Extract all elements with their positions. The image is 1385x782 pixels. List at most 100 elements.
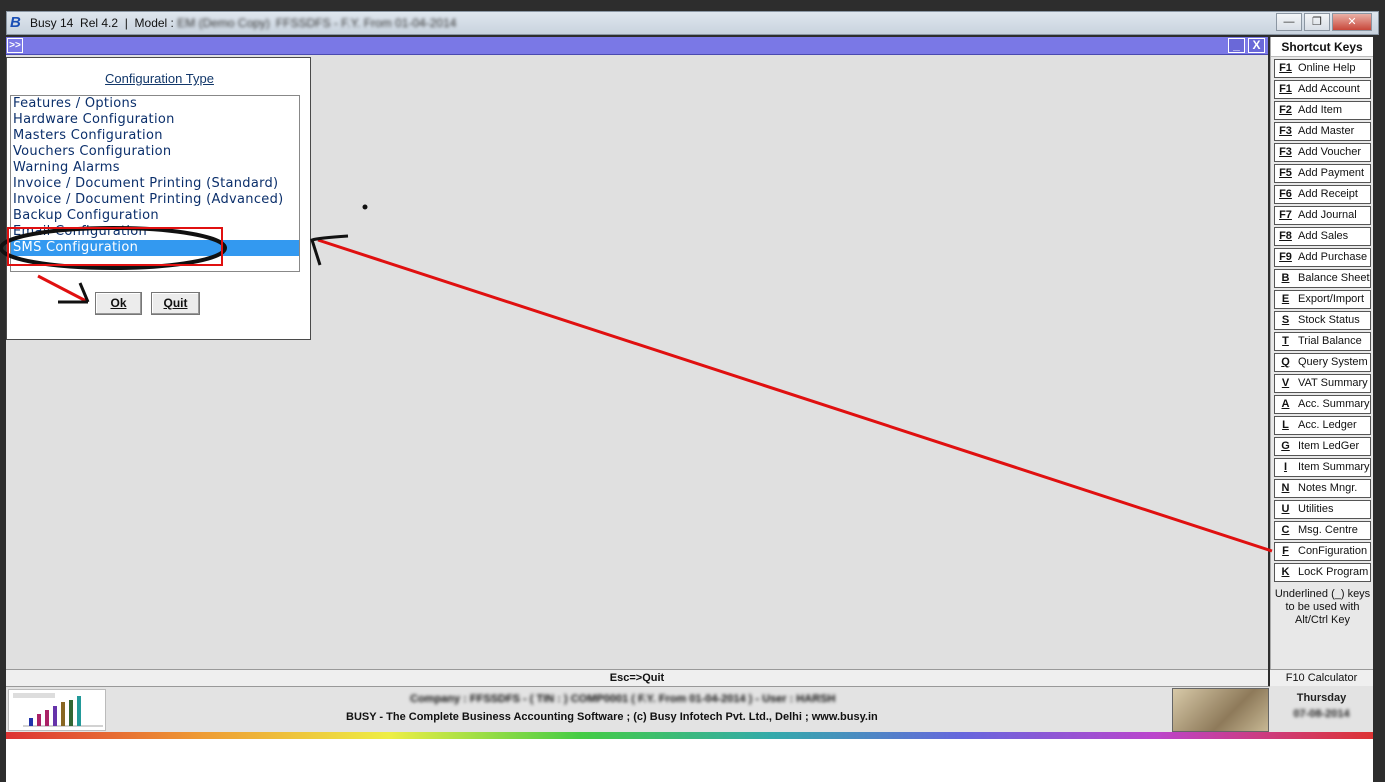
shortcut-msg-centre[interactable]: C Msg. Centre (1274, 521, 1371, 540)
shortcut-label: Acc. Summary (1298, 398, 1370, 410)
shortcut-panel-title: Shortcut Keys (1271, 37, 1373, 57)
date-block: Thursday 07-08-2014 (1270, 686, 1373, 732)
shortcut-add-sales[interactable]: F8 Add Sales (1274, 227, 1371, 246)
company-info: Company : FFSSDFS - ( TIN : ) COMP0001 (… (410, 693, 836, 705)
shortcut-label: LocK Program (1298, 566, 1369, 578)
shortcut-item-ledger[interactable]: G Item LedGer (1274, 437, 1371, 456)
shortcut-add-payment[interactable]: F5 Add Payment (1274, 164, 1371, 183)
list-item[interactable]: Invoice / Document Printing (Standard) (11, 176, 299, 192)
expand-button[interactable]: >> (7, 38, 23, 53)
shortcut-acc-summary[interactable]: A Acc. Summary (1274, 395, 1371, 414)
list-item[interactable]: Features / Options (11, 96, 299, 112)
minimize-icon[interactable]: — (1276, 13, 1302, 31)
inner-close-button[interactable]: X (1248, 38, 1265, 53)
shortcut-key: K (1281, 566, 1290, 578)
dialog-title: Configuration Type (105, 71, 214, 86)
shortcut-key: F9 (1279, 251, 1292, 263)
shortcut-label: Add Journal (1298, 209, 1357, 221)
shortcut-item-summary[interactable]: I Item Summary (1274, 458, 1371, 477)
shortcut-key: B (1281, 272, 1290, 284)
shortcut-label: Trial Balance (1298, 335, 1362, 347)
shortcut-add-purchase[interactable]: F9 Add Purchase (1274, 248, 1371, 267)
shortcut-key: F3 (1279, 125, 1292, 137)
shortcut-vat-summary[interactable]: V VAT Summary (1274, 374, 1371, 393)
shortcut-label: Utilities (1298, 503, 1334, 515)
shortcut-key: L (1282, 419, 1289, 431)
model-value: EM (Demo Copy) (177, 16, 270, 30)
list-item[interactable]: Warning Alarms (11, 160, 299, 176)
shortcut-query-system[interactable]: Q Query System (1274, 353, 1371, 372)
shortcut-key: F1 (1279, 83, 1292, 95)
shortcut-key: F6 (1279, 188, 1292, 200)
shortcut-key: F1 (1279, 62, 1292, 74)
configuration-dialog: Configuration Type Features / Options Ha… (6, 57, 311, 340)
shortcut-label: Add Receipt (1298, 188, 1358, 200)
shortcut-export-import[interactable]: E Export/Import (1274, 290, 1371, 309)
list-item[interactable]: Masters Configuration (11, 128, 299, 144)
shortcut-label: Stock Status (1298, 314, 1360, 326)
shortcut-label: Item LedGer (1298, 440, 1360, 452)
shortcut-key: G (1281, 440, 1290, 452)
shortcut-add-account[interactable]: F1 Add Account (1274, 80, 1371, 99)
inner-minimize-button[interactable]: _ (1228, 38, 1245, 53)
shortcut-configuration[interactable]: F ConFiguration (1274, 542, 1371, 561)
shortcut-label: VAT Summary (1298, 377, 1368, 389)
shortcut-add-receipt[interactable]: F6 Add Receipt (1274, 185, 1371, 204)
shortcut-panel: Shortcut Keys F1 Online Help F1 Add Account… (1270, 37, 1373, 669)
list-item[interactable]: Invoice / Document Printing (Advanced) (11, 192, 299, 208)
rainbow-strip (6, 732, 1373, 739)
shortcut-trial-balance[interactable]: T Trial Balance (1274, 332, 1371, 351)
quit-button[interactable]: Quit (151, 292, 200, 315)
shortcut-label: Add Sales (1298, 230, 1349, 242)
shortcut-key: E (1281, 293, 1290, 305)
shortcut-key: C (1281, 524, 1290, 536)
date-label: 07-08-2014 (1293, 708, 1350, 720)
shortcut-add-master[interactable]: F3 Add Master (1274, 122, 1371, 141)
app-name: Busy 14 (30, 16, 74, 30)
shortcut-online-help[interactable]: F1 Online Help (1274, 59, 1371, 78)
inner-window-bar: >> _ X (6, 37, 1268, 55)
shortcut-add-voucher[interactable]: F3 Add Voucher (1274, 143, 1371, 162)
busy-logo-icon: B (10, 14, 21, 31)
shortcut-label: Acc. Ledger (1298, 419, 1357, 431)
list-item-selected[interactable]: SMS Configuration (11, 240, 299, 256)
shortcut-label: Add Item (1298, 104, 1343, 116)
shortcut-label: Export/Import (1298, 293, 1365, 305)
shortcut-key: F3 (1279, 146, 1292, 158)
shortcut-key: F2 (1279, 104, 1292, 116)
shortcut-label: Item Summary (1298, 461, 1370, 473)
shortcut-label: Msg. Centre (1298, 524, 1358, 536)
company-fy: FFSSDFS - F.Y. From 01-04-2014 (275, 16, 457, 30)
list-item[interactable]: Vouchers Configuration (11, 144, 299, 160)
list-item[interactable]: Backup Configuration (11, 208, 299, 224)
shortcut-key: U (1281, 503, 1290, 515)
shortcut-utilities[interactable]: U Utilities (1274, 500, 1371, 519)
shortcut-label: Add Master (1298, 125, 1355, 137)
shortcut-key: I (1283, 461, 1288, 473)
shortcut-acc-ledger[interactable]: L Acc. Ledger (1274, 416, 1371, 435)
taskbar-area (6, 739, 1373, 782)
shortcut-add-item[interactable]: F2 Add Item (1274, 101, 1371, 120)
close-icon[interactable]: ✕ (1332, 13, 1372, 31)
ok-button[interactable]: Ok (95, 292, 142, 315)
shortcut-key: V (1281, 377, 1290, 389)
day-label: Thursday (1296, 692, 1347, 704)
shortcut-balance-sheet[interactable]: B Balance Sheet (1274, 269, 1371, 288)
shortcut-stock-status[interactable]: S Stock Status (1274, 311, 1371, 330)
list-item[interactable]: Email Configuration (11, 224, 299, 240)
shortcut-notes-mngr[interactable]: N Notes Mngr. (1274, 479, 1371, 498)
shortcut-label: Add Purchase (1298, 251, 1368, 263)
restore-icon[interactable]: ❐ (1304, 13, 1330, 31)
shortcut-lock-program[interactable]: K LocK Program (1274, 563, 1371, 582)
shortcut-label: Balance Sheet (1298, 272, 1370, 284)
release: Rel 4.2 (80, 16, 119, 30)
esc-hint: Esc=>Quit (6, 669, 1268, 686)
calculator-button[interactable]: F10 Calculator (1270, 669, 1373, 686)
info-bar: Company : FFSSDFS - ( TIN : ) COMP0001 (… (6, 686, 1373, 732)
shortcut-key: Q (1281, 356, 1290, 368)
list-item[interactable]: Hardware Configuration (11, 112, 299, 128)
configuration-list[interactable]: Features / Options Hardware Configuratio… (10, 95, 300, 272)
chart-thumbnail-icon (8, 689, 106, 731)
shortcut-add-journal[interactable]: F7 Add Journal (1274, 206, 1371, 225)
shortcut-label: Add Account (1298, 83, 1360, 95)
